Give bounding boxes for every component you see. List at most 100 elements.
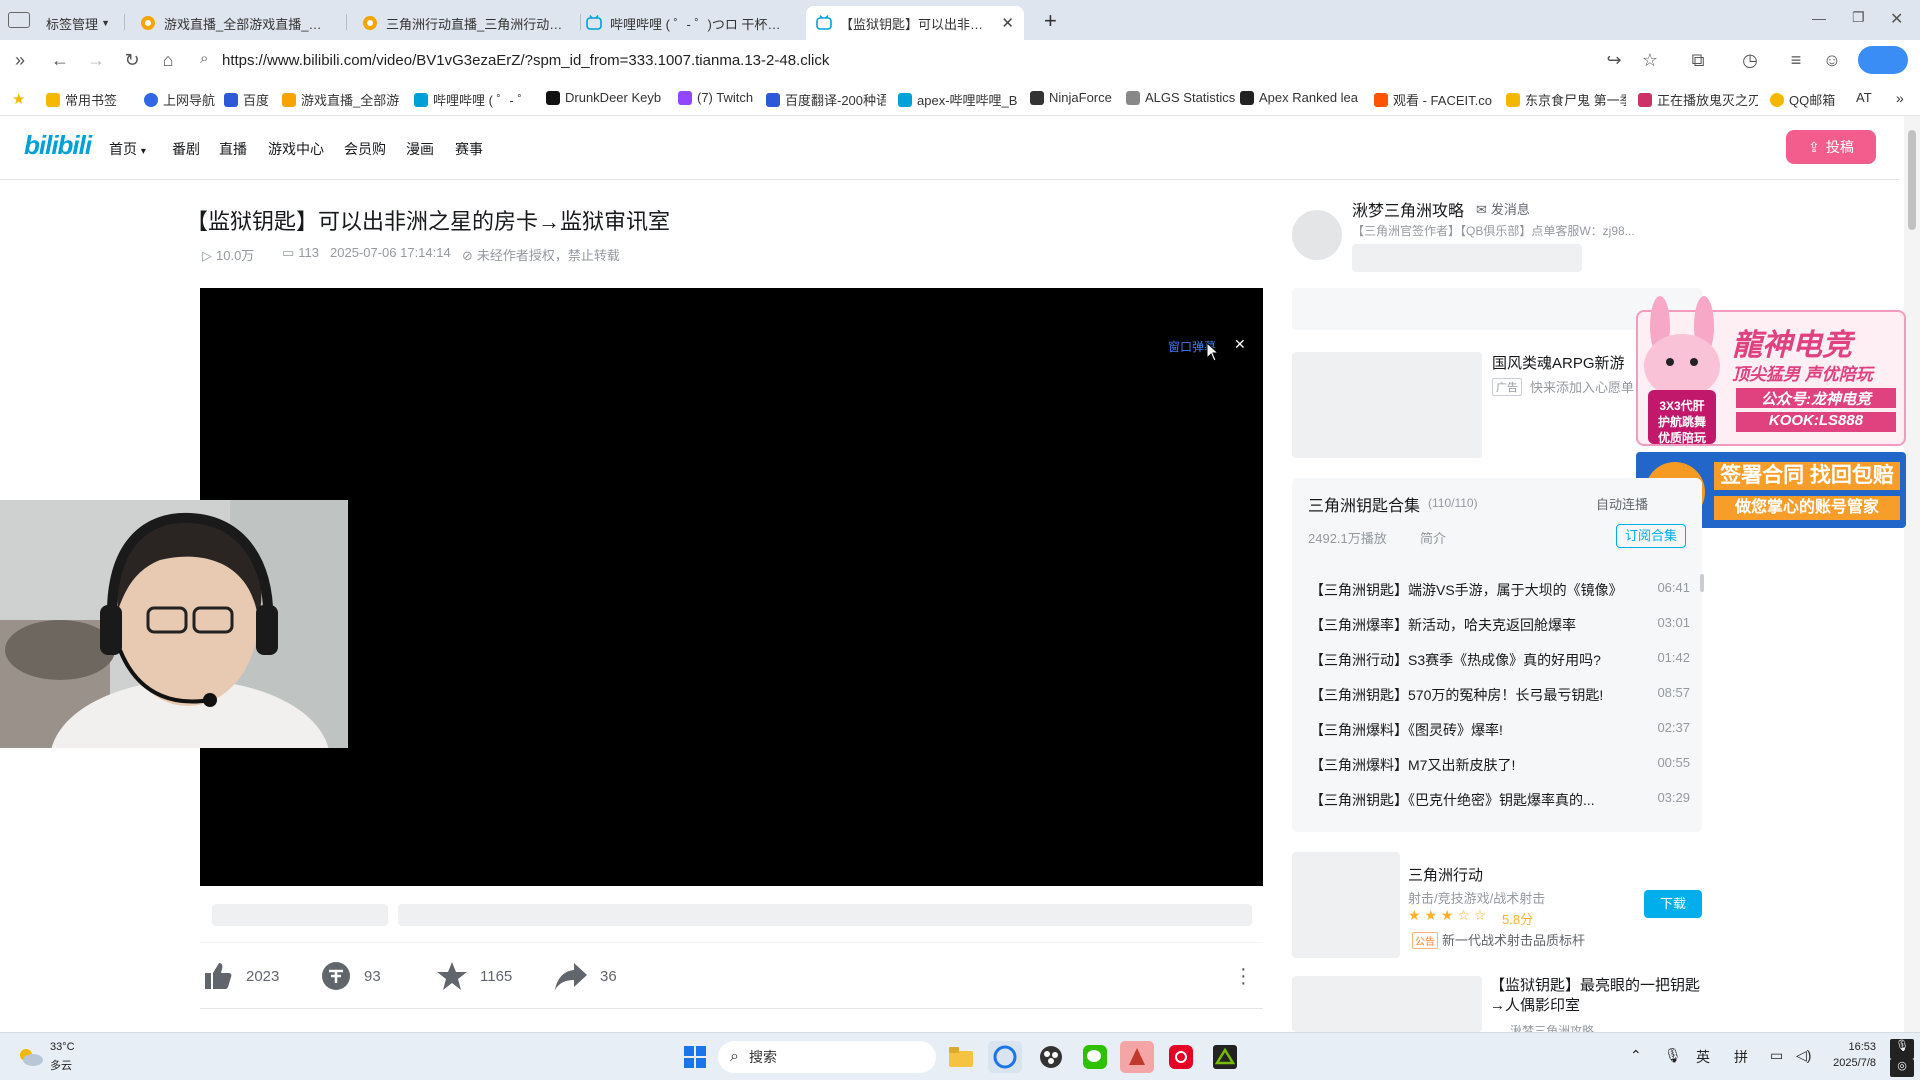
netease-music-icon[interactable] (1164, 1041, 1198, 1073)
game-name[interactable]: 三角洲行动 (1408, 864, 1483, 885)
uploader-name[interactable]: 湫梦三角洲攻略 (1352, 197, 1464, 221)
nav-anime[interactable]: 番剧 (172, 139, 200, 159)
bookmark-item[interactable]: AT (1856, 90, 1872, 105)
network-icon[interactable]: ▭ (1770, 1047, 1783, 1064)
back-icon[interactable]: ← (48, 48, 72, 72)
ime-mode[interactable]: 英 (1696, 1047, 1710, 1067)
tab-bilibili-home[interactable]: 哔哩哔哩 ( ゜- ゜)つロ 干杯~-bilibili (576, 6, 792, 40)
share-icon[interactable]: ↪ (1602, 48, 1626, 72)
clock-time[interactable]: 16:53 (1828, 1041, 1876, 1053)
bookmark-item[interactable]: 上网导航 (144, 90, 215, 109)
close-icon[interactable]: ✕ (1234, 336, 1246, 353)
url-field[interactable]: ⌕ https://www.bilibili.com/video/BV1vG3e… (196, 46, 1626, 74)
scrollbar-thumb[interactable] (1908, 130, 1916, 230)
more-bookmarks-icon[interactable]: » (1896, 90, 1904, 106)
new-tab-icon[interactable]: + (1044, 8, 1057, 34)
bookmark-item[interactable]: 正在播放鬼灭之刃 (1638, 90, 1758, 109)
collection-intro[interactable]: 简介 (1420, 528, 1446, 547)
list-item[interactable]: 【三角洲爆料】M7又出新皮肤了! 00:55 (1310, 755, 1690, 775)
history-icon[interactable]: ◷ (1738, 48, 1762, 72)
sidebar-toggle-icon[interactable]: » (8, 48, 32, 72)
upload-button[interactable]: ⇪ 投稿 (1786, 130, 1876, 164)
bookmark-item[interactable]: 哔哩哔哩 ( ゜- ゜)つ (414, 90, 530, 109)
browser-app-icon[interactable] (988, 1041, 1022, 1073)
home-icon[interactable]: ⌂ (156, 48, 180, 72)
reload-icon[interactable]: ↻ (120, 48, 144, 72)
share-button[interactable]: 36 (554, 960, 617, 992)
nav-game-center[interactable]: 游戏中心 (268, 139, 324, 159)
bookmark-item[interactable]: NinjaForce (1030, 90, 1112, 105)
list-item[interactable]: 【三角洲钥匙】《巴克什绝密》钥匙爆率真的... 03:29 (1310, 790, 1690, 810)
mic-indicator-icon[interactable]: 🎙 (1890, 1039, 1914, 1059)
like-button[interactable]: 2023 (202, 960, 279, 992)
game-app-icon[interactable] (1120, 1041, 1154, 1073)
star-icon[interactable]: ★ (12, 90, 25, 108)
bookmark-item[interactable]: 百度翻译-200种语 (766, 90, 886, 109)
close-tab-icon[interactable]: ✕ (1001, 14, 1014, 32)
menu-icon[interactable]: ≡ (1784, 48, 1808, 72)
game-icon-thumbnail[interactable] (1292, 852, 1400, 958)
autoplay-toggle[interactable]: 自动连播 (1596, 494, 1648, 513)
avatar[interactable] (1292, 210, 1342, 260)
obs-icon[interactable] (1034, 1041, 1068, 1073)
collection-scrollbar[interactable] (1700, 574, 1704, 592)
ime-pinyin[interactable]: 拼 (1734, 1047, 1748, 1067)
bookmark-item[interactable]: apex-哔哩哔哩_B (898, 90, 1018, 109)
list-item[interactable]: 【三角洲爆率】新活动，哈夫克返回舱爆率 03:01 (1310, 615, 1690, 635)
tab-current-video[interactable]: 【监狱钥匙】可以出非洲之星的房卡 ✕ (806, 6, 1024, 40)
microphone-icon[interactable]: 🎙 (1664, 1047, 1682, 1064)
download-button[interactable]: 下载 (1644, 890, 1702, 918)
rec-title[interactable]: 【监狱钥匙】最亮眼的一把钥匙→人偶影印室 (1490, 976, 1700, 1016)
nav-home[interactable]: 首页 ▾ (109, 139, 146, 159)
notification-icon[interactable]: ◎ (1890, 1059, 1914, 1077)
wechat-icon[interactable] (1078, 1041, 1112, 1073)
rec-author[interactable]: 湫梦三角洲攻略 (1510, 1022, 1594, 1032)
cloud-sync-icon[interactable] (1858, 46, 1908, 74)
bookmark-item[interactable]: 游戏直播_全部游戏 (282, 90, 400, 109)
nav-manga[interactable]: 漫画 (406, 139, 434, 159)
bookmark-item[interactable]: (7) Twitch (678, 90, 753, 105)
send-message-link[interactable]: ✉ 发消息 (1476, 199, 1530, 218)
volume-icon[interactable]: ◁) (1796, 1047, 1811, 1064)
rec-thumbnail[interactable] (1292, 976, 1482, 1032)
bookmark-item[interactable]: 东京食尸鬼 第一季 (1506, 90, 1626, 109)
taskbar-search[interactable]: ⌕ 搜索 (718, 1041, 936, 1073)
bilibili-logo[interactable]: bilibili (24, 130, 92, 161)
list-item[interactable]: 【三角洲行动】S3赛季《热成像》真的好用吗? 01:42 (1310, 650, 1690, 670)
tray-overflow-icon[interactable]: ⌃ (1630, 1047, 1642, 1064)
profile-icon[interactable]: ☺ (1820, 48, 1844, 72)
file-explorer-icon[interactable] (944, 1041, 978, 1073)
ad-thumbnail[interactable] (1292, 352, 1482, 458)
windows-start-icon[interactable] (678, 1041, 712, 1073)
nav-mall[interactable]: 会员购 (344, 139, 386, 159)
bookmark-item[interactable]: 观看 - FACEIT.co (1374, 90, 1494, 109)
nav-esports[interactable]: 赛事 (455, 139, 483, 159)
favorite-button[interactable]: 1165 (436, 960, 512, 992)
close-window-icon[interactable]: ✕ (1890, 9, 1903, 29)
subscribe-button[interactable]: 订阅合集 (1616, 524, 1686, 548)
list-item[interactable]: 【三角洲爆料】《图灵砖》爆率! 02:37 (1310, 720, 1690, 740)
tab-manager[interactable]: 标签管理 ▼ (36, 6, 120, 40)
extensions-icon[interactable]: ⧉ (1686, 48, 1710, 72)
bookmark-item[interactable]: QQ邮箱 (1770, 90, 1835, 109)
nav-live[interactable]: 直播 (219, 139, 247, 159)
bookmark-item[interactable]: Apex Ranked lea (1240, 90, 1362, 105)
collection-title[interactable]: 三角洲钥匙合集 (1308, 492, 1420, 516)
list-item[interactable]: 【三角洲钥匙】端游VS手游，属于大坝的《镜像》 06:41 (1310, 580, 1690, 600)
video-player[interactable]: 窗口弹幕 ✕ (200, 288, 1263, 886)
restore-icon[interactable]: ❐ (1852, 9, 1865, 26)
ad-title[interactable]: 国风类魂ARPG新游 (1492, 352, 1625, 373)
more-options-icon[interactable]: · · · (1240, 959, 1247, 993)
bookmark-item[interactable]: ALGS Statistics (1126, 90, 1235, 105)
coin-button[interactable]: 93 (320, 960, 381, 992)
tab-manager-icon[interactable] (8, 12, 30, 28)
tab-douyu-delta[interactable]: 三角洲行动直播_三角洲行动直播 (352, 6, 574, 40)
bookmark-item[interactable]: 常用书签 (46, 90, 117, 109)
page-scrollbar[interactable] (1904, 116, 1920, 1032)
tab-douyu-games[interactable]: 游戏直播_全部游戏直播_斗鱼直播 (130, 6, 340, 40)
weather-icon[interactable] (16, 1045, 44, 1067)
minimize-icon[interactable]: — (1812, 10, 1826, 26)
bookmark-item[interactable]: DrunkDeer Keyb (546, 90, 664, 105)
nvidia-app-icon[interactable] (1208, 1041, 1242, 1073)
forward-icon[interactable]: → (84, 48, 108, 72)
